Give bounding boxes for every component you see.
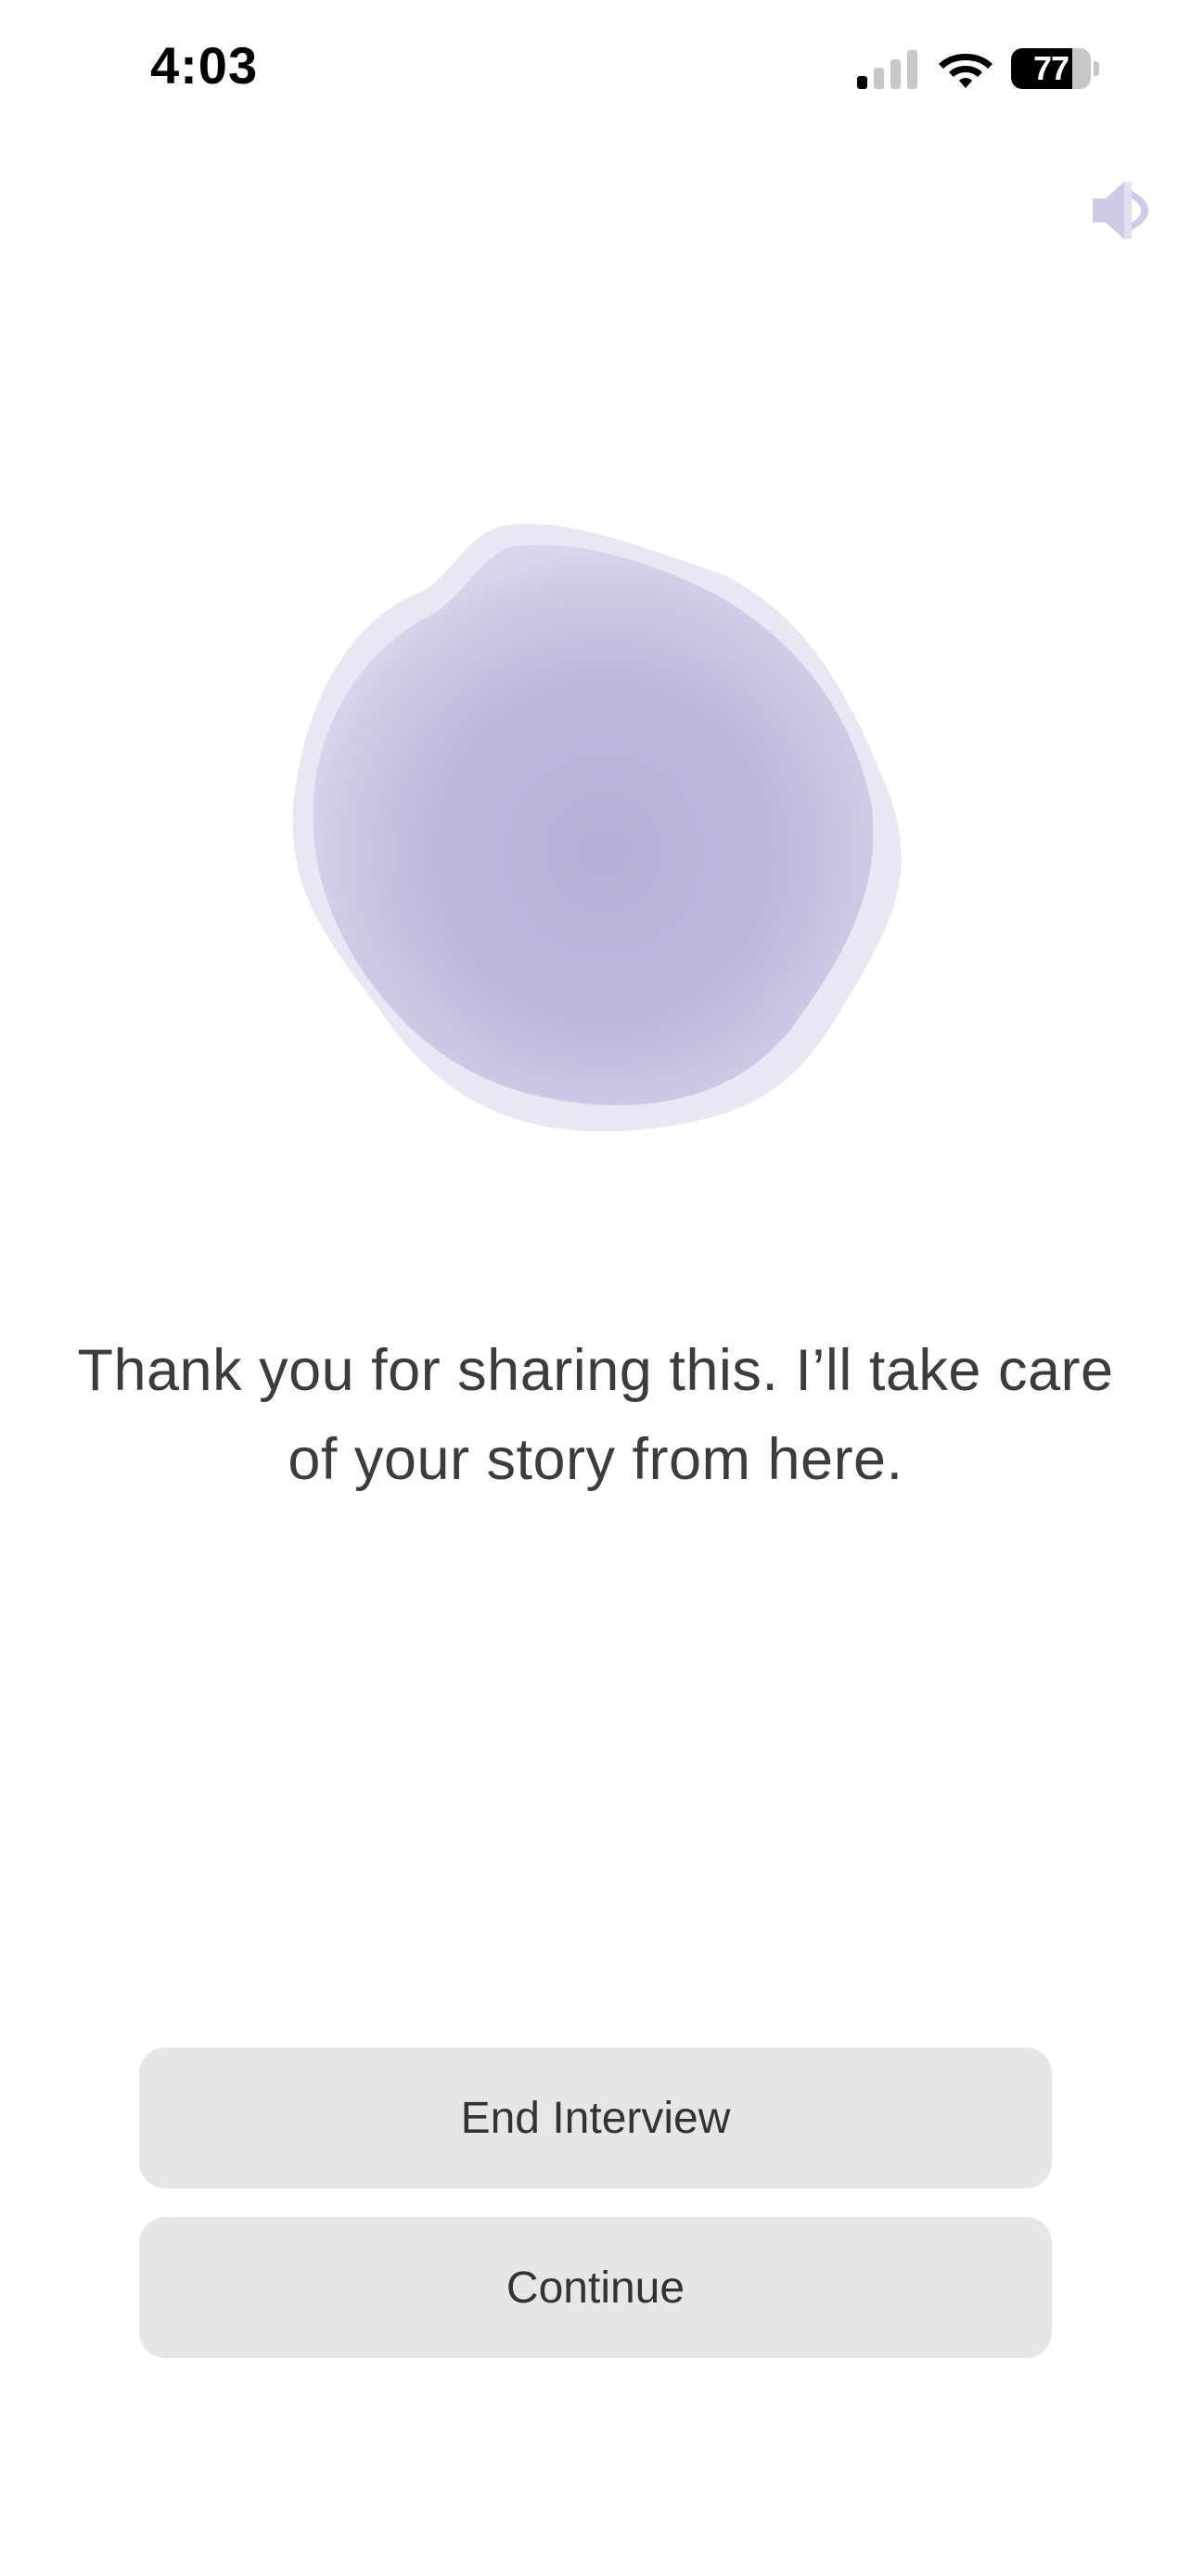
battery-icon: 77 (1011, 48, 1100, 91)
status-time: 4:03 (150, 36, 259, 95)
speaker-icon[interactable] (1087, 174, 1159, 247)
battery-level: 77 (1032, 49, 1069, 87)
continue-button[interactable]: Continue (139, 2217, 1052, 2358)
wifi-icon (939, 54, 992, 88)
voice-orb (292, 523, 902, 1132)
closing-message: Thank you for sharing this. I’ll take ca… (77, 1338, 1114, 1492)
cellular-signal-icon (857, 50, 917, 89)
end-interview-button[interactable]: End Interview (139, 2047, 1052, 2188)
status-bar: 4:03 77 (0, 0, 1191, 139)
